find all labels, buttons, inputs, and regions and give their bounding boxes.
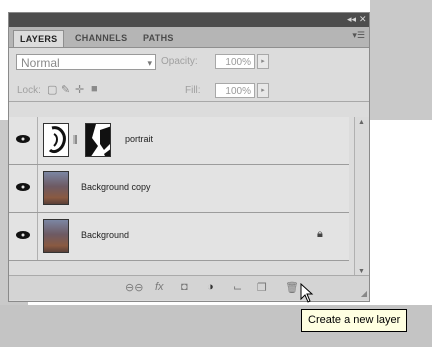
divider: [37, 117, 38, 164]
layers-panel: ◂◂ ✕ LAYERS CHANNELS PATHS ▾☰ Normal ▾ O…: [8, 12, 370, 302]
layer-row-background-copy[interactable]: Background copy: [9, 165, 349, 213]
fill-label: Fill:: [185, 85, 201, 96]
close-icon[interactable]: ✕: [359, 14, 367, 25]
tab-layers[interactable]: LAYERS: [13, 30, 65, 47]
panel-menu-icon[interactable]: ▾☰: [352, 30, 365, 41]
layer-thumbnail[interactable]: [43, 123, 69, 157]
layer-thumbnail[interactable]: [43, 171, 69, 205]
scroll-up-icon[interactable]: ▲: [358, 119, 365, 126]
blend-mode-select[interactable]: Normal ▾: [16, 54, 156, 70]
panel-titlebar[interactable]: ◂◂ ✕: [9, 13, 369, 27]
add-layer-style-icon[interactable]: fx: [155, 281, 164, 293]
mouse-cursor: [300, 283, 314, 303]
eye-icon[interactable]: [15, 228, 31, 242]
chevron-down-icon: ▾: [147, 58, 152, 68]
blend-mode-value: Normal: [21, 56, 60, 70]
eye-icon[interactable]: [15, 132, 31, 146]
scrollbar[interactable]: ▲ ▼: [354, 117, 369, 277]
panel-tabs: LAYERS CHANNELS PATHS ▾☰: [9, 27, 369, 48]
adjustment-layer-icon[interactable]: ◑: [207, 281, 214, 293]
lock-row: Lock: ▢ ✎ ✛ ■ Fill: 100% ▸: [9, 79, 369, 102]
resize-grip-icon[interactable]: ◢: [361, 289, 367, 298]
layer-row-portrait[interactable]: ⫼ portrait: [9, 117, 349, 165]
lock-all-icon[interactable]: ■: [91, 83, 98, 95]
opacity-dropdown-icon[interactable]: ▸: [257, 54, 269, 69]
panel-bottom-bar: ⊖⊖ fx ◘ ◑ ⌙ ❐ 🗑︎ ◢: [9, 275, 369, 300]
trash-icon[interactable]: 🗑︎: [285, 281, 299, 294]
lock-move-icon[interactable]: ✛: [75, 83, 84, 96]
scroll-down-icon[interactable]: ▼: [358, 268, 365, 275]
layer-name: Background: [81, 230, 130, 240]
lock-transparent-icon[interactable]: ▢: [47, 83, 57, 96]
lock-brush-icon[interactable]: ✎: [61, 83, 70, 96]
background-grey: [370, 0, 432, 120]
new-layer-icon[interactable]: ❐: [257, 281, 267, 294]
blend-row: Normal ▾ Opacity: 100% ▸: [9, 49, 369, 75]
tooltip: Create a new layer: [301, 309, 408, 332]
fill-input[interactable]: 100%: [215, 83, 255, 98]
divider: [37, 213, 38, 260]
layer-name: portrait: [125, 134, 154, 144]
lock-label: Lock:: [17, 85, 41, 96]
opacity-input[interactable]: 100%: [215, 54, 255, 69]
fill-dropdown-icon[interactable]: ▸: [257, 83, 269, 98]
new-group-icon[interactable]: ⌙: [233, 281, 242, 294]
eye-icon[interactable]: [15, 180, 31, 194]
chain-link-icon[interactable]: ⫼: [73, 135, 78, 146]
layer-name: Background copy: [81, 182, 151, 192]
tab-paths[interactable]: PATHS: [137, 30, 180, 46]
divider: [37, 165, 38, 212]
opacity-label: Opacity:: [161, 56, 198, 67]
layer-thumbnail[interactable]: [43, 219, 69, 253]
layer-row-background[interactable]: Background 🔒︎: [9, 213, 349, 261]
add-layer-mask-icon[interactable]: ◘: [181, 281, 188, 293]
link-layers-icon[interactable]: ⊖⊖: [125, 281, 143, 294]
lock-icon: 🔒︎: [317, 228, 323, 240]
tab-channels[interactable]: CHANNELS: [69, 30, 133, 46]
collapse-icon[interactable]: ◂◂: [347, 14, 356, 25]
layer-mask-thumbnail[interactable]: [85, 123, 111, 157]
